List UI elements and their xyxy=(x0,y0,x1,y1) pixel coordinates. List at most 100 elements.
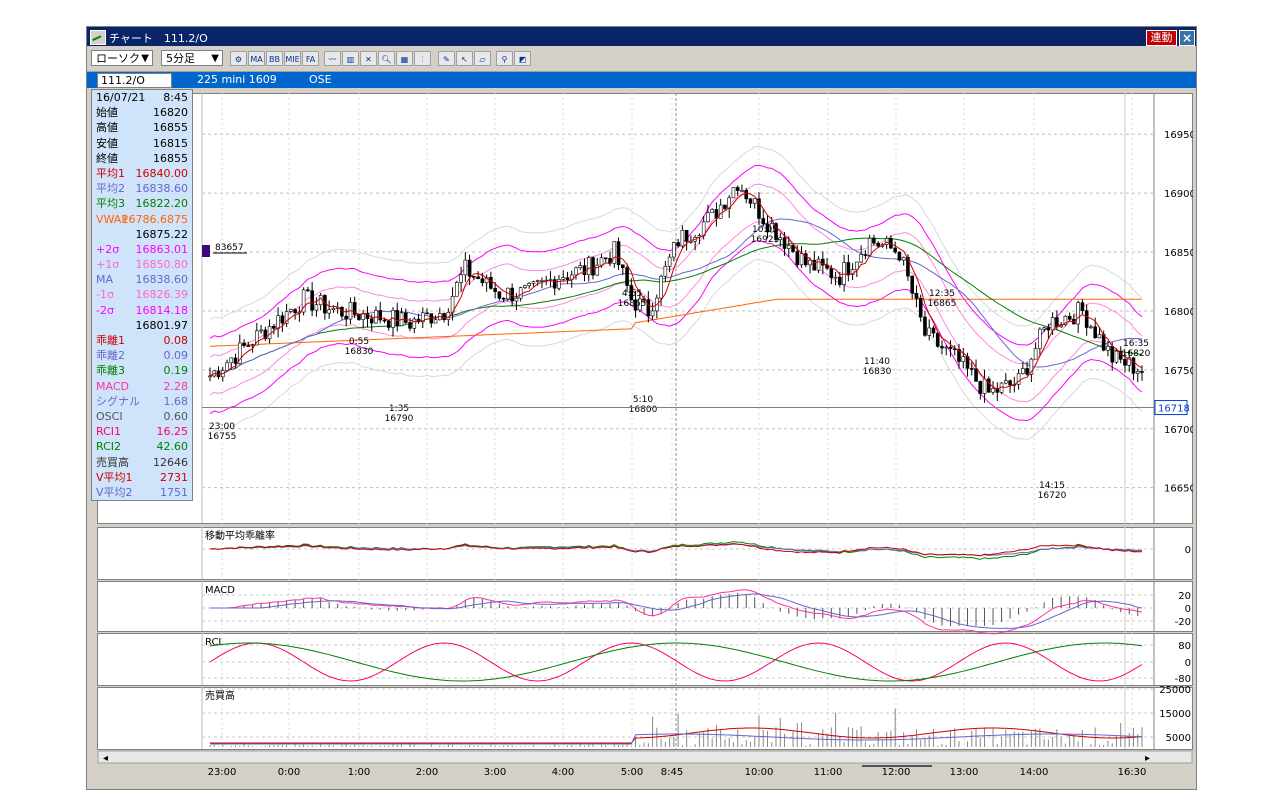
candle-body xyxy=(518,287,523,299)
info-value: 16826.39 xyxy=(135,288,189,302)
candle-body xyxy=(940,346,944,349)
info-label: 終値 xyxy=(96,151,118,165)
interval-dropdown[interactable]: 5分足 ▼ xyxy=(161,50,223,66)
eraser-icon[interactable]: ▱ xyxy=(474,51,491,66)
annotation-time: 1:35 xyxy=(389,404,409,414)
candle-body xyxy=(327,309,331,314)
candle-body xyxy=(1033,348,1038,360)
price-tick: 16800 xyxy=(1164,307,1193,318)
candle-body xyxy=(386,320,391,328)
info-value: 16838.60 xyxy=(135,273,189,287)
symbol-name: 225 mini 1609 xyxy=(197,73,277,86)
annotation-price: 16755 xyxy=(208,432,237,442)
symbol-code-input[interactable]: 111.2/O xyxy=(97,73,172,88)
info-value: 16822.20 xyxy=(135,197,189,211)
sub-panel-title: 売買高 xyxy=(205,689,235,702)
time-tick: 0:00 xyxy=(278,767,300,778)
candle-body xyxy=(527,283,531,286)
candle-body xyxy=(808,259,812,266)
info-row: OSCI 0.60 xyxy=(92,409,192,424)
annotation-price: 16720 xyxy=(1038,491,1067,501)
info-value: 16840.00 xyxy=(135,166,189,180)
candle-body xyxy=(395,310,400,327)
info-row: 高値 16855 xyxy=(92,120,192,135)
sub-axis-tick: 20 xyxy=(1178,591,1191,602)
info-value: 16820 xyxy=(153,106,188,120)
candle-body xyxy=(382,319,387,322)
cursor-icon[interactable]: ↖ xyxy=(456,51,473,66)
candle-body xyxy=(876,242,880,247)
bb-button[interactable]: BB xyxy=(266,51,283,66)
fa-button[interactable]: FA xyxy=(302,51,319,66)
candle-body xyxy=(403,312,408,323)
info-label: シグナル xyxy=(96,394,140,408)
info-label: OSCI xyxy=(96,409,123,423)
ma-button[interactable]: MA xyxy=(248,51,265,66)
sub-axis-tick: 0 xyxy=(1185,658,1191,669)
line-chart-icon[interactable]: 〰 xyxy=(324,51,341,66)
bars-icon[interactable]: ⫶ xyxy=(414,51,431,66)
candle-body xyxy=(1084,310,1089,328)
candle-body xyxy=(621,264,625,269)
candle-body xyxy=(459,274,463,283)
candle-body xyxy=(531,281,536,284)
chart-canvas[interactable]: 16950 16900 16850 16800 16750 16700 16650 23:00… xyxy=(97,89,1196,789)
chart-settings-icon[interactable]: ⚙ xyxy=(230,51,247,66)
candle-body xyxy=(969,368,974,370)
candle-body xyxy=(723,204,727,209)
price-tick: 16750 xyxy=(1164,366,1193,377)
candle-chart-icon[interactable]: ▥ xyxy=(342,51,359,66)
chart-area[interactable]: 16950 16900 16850 16800 16750 16700 16650 23:00… xyxy=(97,89,1196,789)
candle-body xyxy=(272,325,276,329)
annotation-time: 10:05 xyxy=(752,225,778,235)
candle-body xyxy=(680,230,685,247)
info-row: V平均2 1751 xyxy=(92,485,192,500)
close-button[interactable]: × xyxy=(1179,30,1195,46)
layout-icon[interactable]: ◩ xyxy=(514,51,531,66)
candle-body xyxy=(523,285,527,288)
info-value: 2.28 xyxy=(163,379,189,393)
scrollbar xyxy=(97,750,1193,764)
candle-body xyxy=(591,257,595,276)
candle-body xyxy=(816,258,821,271)
link-button[interactable]: 連動 xyxy=(1146,30,1177,46)
symbol-exchange: OSE xyxy=(309,73,332,86)
candle-body xyxy=(1106,345,1110,351)
chart-type-dropdown[interactable]: ローソク ▼ xyxy=(91,50,153,66)
candle-body xyxy=(1025,368,1029,375)
candle-body xyxy=(786,245,791,249)
candle-body xyxy=(986,378,991,393)
title-bar: チャート 111.2/O 連動 × xyxy=(87,27,1196,46)
zoom-icon[interactable]: 🔍︎ xyxy=(378,51,395,66)
candle-body xyxy=(974,368,978,382)
info-value: 16863.01 xyxy=(135,242,189,256)
candle-body xyxy=(1097,334,1102,339)
candle-body xyxy=(799,253,804,266)
candle-body xyxy=(795,251,800,266)
candle-body xyxy=(663,266,668,277)
annotation-time: 0:55 xyxy=(349,337,369,347)
annotation-time: 5:10 xyxy=(633,395,653,405)
candle-body xyxy=(893,247,897,253)
info-row: 平均3 16822.20 xyxy=(92,196,192,211)
candle-body xyxy=(208,375,212,378)
chart-type-value: ローソク xyxy=(96,52,140,65)
scroll-right-icon: ▸ xyxy=(1145,753,1150,764)
time-tick: 10:00 xyxy=(745,767,774,778)
info-row: 平均2 16838.60 xyxy=(92,181,192,196)
info-value: 16.25 xyxy=(156,425,189,439)
candle-body xyxy=(280,315,285,324)
chart-mode-icon[interactable]: ✕ xyxy=(360,51,377,66)
info-row: 16801.97 xyxy=(92,318,192,333)
info-row: +2σ 16863.01 xyxy=(92,242,192,257)
table-icon[interactable]: ▦ xyxy=(396,51,413,66)
mie-button[interactable]: MIE xyxy=(284,51,301,66)
pen-icon[interactable]: ✎ xyxy=(438,51,455,66)
candle-body xyxy=(501,297,506,300)
sub-panel-title: MACD xyxy=(205,585,235,596)
info-row: MA 16838.60 xyxy=(92,272,192,287)
annotation-time: 14:15 xyxy=(1039,481,1065,491)
candle-body xyxy=(246,345,251,347)
search-icon[interactable]: ⚲ xyxy=(496,51,513,66)
candle-body xyxy=(846,262,851,275)
